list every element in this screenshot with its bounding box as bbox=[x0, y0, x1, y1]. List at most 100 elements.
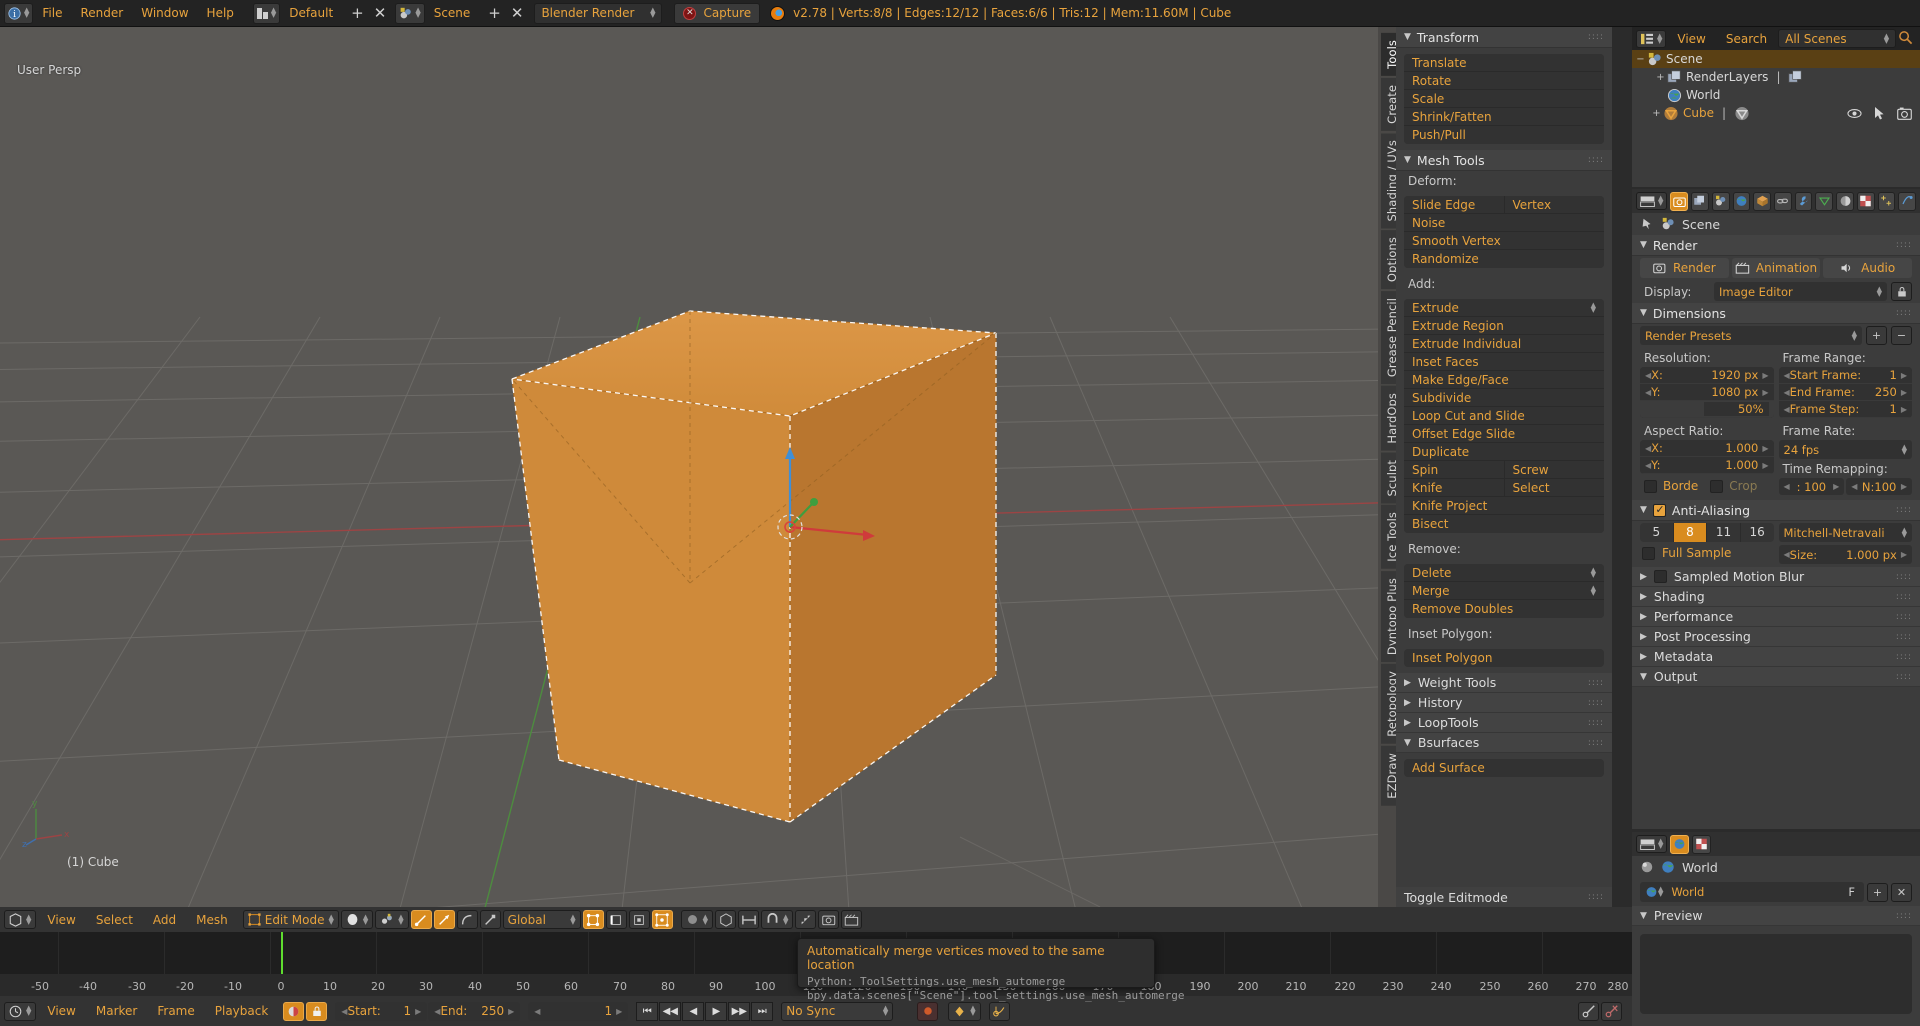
screen-layout-icon-box[interactable]: ▲▼ bbox=[253, 3, 280, 24]
outliner-menu-search[interactable]: Search bbox=[1717, 32, 1776, 46]
scene-selector-icon-box[interactable]: ▲▼ bbox=[395, 3, 424, 24]
world-datablock-selector[interactable]: ▲▼ World F bbox=[1640, 882, 1864, 902]
button-offset-edge-slide[interactable]: Offset Edge Slide bbox=[1404, 425, 1604, 443]
panel-header-bsurfaces[interactable]: ▼ Bsurfaces :::: bbox=[1396, 733, 1612, 753]
add-world-button[interactable]: + bbox=[1867, 883, 1888, 902]
outliner-menu-view[interactable]: View bbox=[1668, 32, 1714, 46]
properties-tab-render[interactable] bbox=[1670, 192, 1688, 211]
viewport-menu-mesh[interactable]: Mesh bbox=[187, 913, 237, 927]
camera-render-icon[interactable] bbox=[1897, 107, 1912, 120]
render-audio-button[interactable]: Audio bbox=[1823, 258, 1912, 278]
outliner-row-cube[interactable]: + Cube | bbox=[1632, 104, 1920, 122]
frame-rate-dropdown[interactable]: 24 fps ▲▼ bbox=[1779, 440, 1913, 459]
button-loop-cut-and-slide[interactable]: Loop Cut and Slide bbox=[1404, 407, 1604, 425]
chevron-right-icon[interactable]: ▶ bbox=[508, 1007, 514, 1016]
resolution-percent-field[interactable]: 50% bbox=[1640, 401, 1774, 418]
aa-sample-5[interactable]: 5 bbox=[1640, 523, 1674, 542]
menu-render[interactable]: Render bbox=[71, 3, 132, 24]
world-tab-world[interactable] bbox=[1670, 835, 1689, 854]
render-image-button[interactable]: Render bbox=[1640, 258, 1729, 278]
pivot-point-dropdown[interactable]: ▲▼ bbox=[375, 910, 408, 929]
chevron-right-icon[interactable]: ▶ bbox=[1901, 405, 1907, 414]
chevron-right-icon[interactable]: ▶ bbox=[616, 1007, 622, 1016]
properties-tab-object[interactable] bbox=[1753, 192, 1771, 211]
properties-tab-texture[interactable] bbox=[1857, 192, 1875, 211]
outliner-row-world[interactable]: World bbox=[1632, 86, 1920, 104]
properties-tab-physics[interactable] bbox=[1898, 192, 1916, 211]
aa-sample-11[interactable]: 11 bbox=[1707, 523, 1741, 542]
previous-keyframe-button[interactable]: ◀◀ bbox=[659, 1002, 681, 1021]
panel-header-looptools[interactable]: ▶ LoopTools :::: bbox=[1396, 713, 1612, 733]
panel-header-performance[interactable]: ▶ Performance :::: bbox=[1632, 607, 1920, 627]
button-merge[interactable]: Merge bbox=[1412, 582, 1449, 600]
button-extrude-individual[interactable]: Extrude Individual bbox=[1404, 335, 1604, 353]
menu-help[interactable]: Help bbox=[198, 3, 243, 24]
chevron-right-icon[interactable]: ▶ bbox=[1762, 388, 1768, 397]
panel-header-toggle-editmode[interactable]: Toggle Editmode :::: bbox=[1396, 887, 1612, 907]
properties-tab-constraints[interactable] bbox=[1774, 192, 1792, 211]
viewport-menu-add[interactable]: Add bbox=[144, 913, 185, 927]
expand-toggle[interactable]: + bbox=[1650, 108, 1663, 119]
timeline-menu-playback[interactable]: Playback bbox=[206, 1004, 278, 1018]
outliner-filter-icon[interactable] bbox=[1898, 30, 1918, 48]
button-inset-faces[interactable]: Inset Faces bbox=[1404, 353, 1604, 371]
properties-tab-data[interactable] bbox=[1815, 192, 1833, 211]
automerge-toggle-button[interactable] bbox=[652, 910, 673, 929]
play-reverse-button[interactable]: ◀ bbox=[682, 1002, 704, 1021]
unlink-world-button[interactable]: ✕ bbox=[1891, 883, 1912, 902]
jump-to-start-button[interactable]: ⏮ bbox=[636, 1002, 658, 1021]
button-remove-doubles[interactable]: Remove Doubles bbox=[1404, 600, 1604, 618]
chevron-right-icon[interactable]: ▶ bbox=[1901, 482, 1907, 491]
panel-header-shading[interactable]: ▶ Shading :::: bbox=[1632, 587, 1920, 607]
chevron-right-icon[interactable]: ▶ bbox=[1762, 444, 1768, 453]
anti-aliasing-checkbox[interactable] bbox=[1653, 504, 1666, 517]
record-button[interactable] bbox=[917, 1002, 938, 1021]
panel-header-weight-tools[interactable]: ▶ Weight Tools :::: bbox=[1396, 673, 1612, 693]
rotate-manipulator-button[interactable] bbox=[457, 910, 478, 929]
panel-header-preview[interactable]: ▼ Preview :::: bbox=[1632, 906, 1920, 926]
panel-header-sampled-motion-blur[interactable]: ▶ Sampled Motion Blur :::: bbox=[1632, 567, 1920, 587]
chevron-right-icon[interactable]: ▶ bbox=[1762, 371, 1768, 380]
button-screw[interactable]: Screw bbox=[1505, 461, 1605, 478]
button-vertex[interactable]: Vertex bbox=[1505, 196, 1605, 213]
chevron-left-icon[interactable]: ◀ bbox=[1784, 482, 1790, 491]
chevron-updown-icon[interactable]: ▲▼ bbox=[1591, 586, 1596, 596]
chevron-right-icon[interactable]: ▶ bbox=[415, 1007, 421, 1016]
editor-type-selector-properties[interactable]: ▲▼ bbox=[1636, 192, 1667, 210]
viewport-menu-view[interactable]: View bbox=[38, 913, 84, 927]
button-spin-screw-row[interactable]: Spin Screw bbox=[1404, 461, 1604, 479]
properties-tab-material[interactable] bbox=[1836, 192, 1854, 211]
insert-keyframe-button[interactable] bbox=[1578, 1002, 1599, 1021]
start-frame-field[interactable]: ◀ Start Frame: 1 ▶ bbox=[1779, 367, 1913, 384]
panel-header-history[interactable]: ▶ History :::: bbox=[1396, 693, 1612, 713]
button-select[interactable]: Select bbox=[1505, 479, 1605, 496]
button-noise[interactable]: Noise bbox=[1404, 214, 1604, 232]
playhead[interactable] bbox=[281, 932, 283, 974]
properties-tab-scene[interactable] bbox=[1712, 192, 1730, 211]
button-subdivide[interactable]: Subdivide bbox=[1404, 389, 1604, 407]
scene-name[interactable]: Scene bbox=[425, 3, 480, 24]
renderlayers-data-icon[interactable] bbox=[1788, 70, 1803, 85]
menu-file[interactable]: File bbox=[33, 3, 71, 24]
editor-type-selector-outliner[interactable]: ▲▼ bbox=[1636, 30, 1666, 48]
capture-button[interactable]: ✕ Capture bbox=[674, 3, 760, 24]
viewport-shading-dropdown[interactable]: ▲▼ bbox=[341, 910, 373, 929]
properties-tab-world[interactable] bbox=[1733, 192, 1751, 211]
eye-icon[interactable] bbox=[1847, 108, 1862, 119]
button-translate[interactable]: Translate bbox=[1404, 54, 1604, 72]
translate-manipulator-button[interactable] bbox=[434, 910, 455, 929]
auto-keying-curve-button[interactable] bbox=[989, 1002, 1010, 1021]
end-frame-field[interactable]: ◀ End Frame: 250 ▶ bbox=[1779, 384, 1913, 401]
keying-set-dropdown[interactable]: ▲▼ bbox=[948, 1002, 980, 1021]
remove-scene-button[interactable]: ✕ bbox=[511, 4, 524, 22]
chevron-updown-icon[interactable]: ▲▼ bbox=[1591, 303, 1596, 313]
outliner-row-scene[interactable]: − Scene bbox=[1632, 50, 1920, 68]
chevron-right-icon[interactable]: ▶ bbox=[1901, 371, 1907, 380]
menu-window[interactable]: Window bbox=[132, 3, 197, 24]
add-layout-button[interactable]: + bbox=[351, 4, 364, 22]
panel-header-anti-aliasing[interactable]: ▼ Anti-Aliasing :::: bbox=[1632, 500, 1920, 521]
chevron-right-icon[interactable]: ▶ bbox=[1833, 482, 1839, 491]
chevron-right-icon[interactable]: ▶ bbox=[1901, 550, 1907, 559]
interaction-mode-dropdown[interactable]: Edit Mode ▲▼ bbox=[243, 910, 339, 929]
cursor-arrow-icon[interactable] bbox=[1874, 107, 1885, 120]
